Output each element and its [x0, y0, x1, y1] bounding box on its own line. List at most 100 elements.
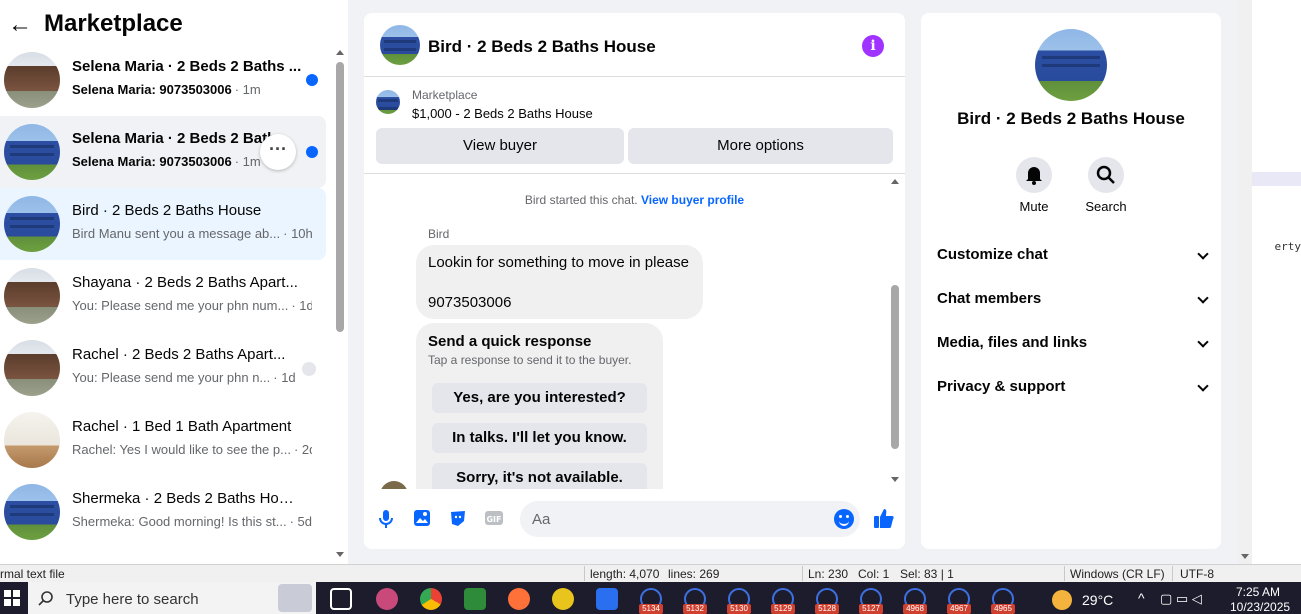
chrome-icon[interactable]	[420, 588, 442, 610]
window-scrollbar[interactable]	[1238, 0, 1252, 566]
app-icon[interactable]	[552, 588, 574, 610]
view-buyer-profile-link[interactable]: View buyer profile	[641, 193, 744, 207]
thumbs-up-icon[interactable]	[872, 507, 896, 531]
length-readout: length: 4,070	[590, 567, 660, 581]
notepad-plus-icon[interactable]	[464, 588, 486, 610]
scroll-thumb[interactable]	[891, 285, 899, 449]
photo-icon[interactable]	[412, 509, 432, 529]
chevron-down-icon	[1197, 248, 1209, 260]
editor-status-bar: rmal text file length: 4,070 lines: 269 …	[0, 564, 1301, 582]
quick-response-subtitle: Tap a response to send it to the buyer.	[428, 353, 632, 367]
thread-scrollbar[interactable]	[890, 175, 900, 489]
unread-dot-icon	[306, 146, 318, 158]
sticker-icon[interactable]	[448, 509, 468, 529]
conversation-snippet: You: Please send me your phn num... · 1d	[72, 298, 312, 313]
conversation-item[interactable]: Selena Maria · 2 Beds 2 Baths ... Selena …	[0, 44, 326, 116]
search-icon	[38, 591, 53, 606]
window-badge: 4967	[947, 604, 971, 614]
quick-response-title: Send a quick response	[428, 333, 592, 350]
message-line: 9073503006	[428, 294, 512, 311]
snippet-time: · 10h	[283, 226, 312, 241]
snippet-time: · 2d	[293, 442, 312, 457]
chat-avatar[interactable]	[380, 25, 420, 65]
line-readout: Ln: 230	[808, 567, 849, 581]
emoji-icon[interactable]	[834, 509, 854, 529]
conversation-item[interactable]: Shermeka · 2 Beds 2 Baths House Shermeka:…	[0, 476, 326, 548]
more-options-icon[interactable]: ···	[260, 134, 296, 170]
sender-avatar	[380, 481, 408, 489]
read-receipt-avatar-icon	[302, 362, 316, 376]
microphone-icon[interactable]	[376, 509, 396, 529]
quick-reply-interested[interactable]: Yes, are you interested?	[432, 383, 647, 413]
marketplace-title: Marketplace	[44, 10, 183, 37]
paint-app-icon[interactable]	[376, 588, 398, 610]
conversation-avatar	[4, 268, 60, 324]
bell-icon	[1026, 167, 1042, 185]
snippet-text: Rachel: Yes I would like to see the p...	[72, 442, 291, 457]
gif-icon[interactable]: GIF	[484, 509, 504, 529]
chat-title[interactable]: Bird · 2 Beds 2 Baths House	[428, 37, 656, 57]
taskbar-search-box[interactable]: Type here to search	[28, 582, 316, 614]
scroll-up-arrow-icon[interactable]	[891, 179, 899, 184]
conversation-item[interactable]: Rachel · 2 Beds 2 Baths Apart... You: Ple…	[0, 332, 326, 404]
mute-button[interactable]	[1016, 157, 1052, 193]
snippet-time: · 5d	[289, 514, 312, 529]
listing-thumbnail[interactable]	[376, 90, 400, 114]
quick-response-card: Send a quick response Tap a response to …	[416, 323, 663, 489]
info-icon[interactable]: i	[862, 35, 884, 57]
mute-label: Mute	[1019, 199, 1049, 214]
view-buyer-button[interactable]: View buyer	[376, 128, 624, 164]
message-bubble: Lookin for something to move in please 9…	[416, 245, 703, 319]
conversation-name: Rachel · 1 Bed 1 Bath Apartment	[72, 418, 292, 435]
window-badge: 5128	[815, 604, 839, 614]
conversation-snippet: Selena Maria: 9073503006 · 1m	[72, 82, 312, 97]
more-options-button[interactable]: More options	[628, 128, 893, 164]
temperature[interactable]: 29°C	[1082, 592, 1113, 608]
conversation-avatar	[4, 340, 60, 396]
tray-chevron-up-icon[interactable]: ^	[1138, 590, 1145, 606]
conversation-name: Rachel · 2 Beds 2 Baths Apart...	[72, 346, 286, 363]
section-label: Chat members	[937, 290, 1042, 307]
customize-chat-section[interactable]: Customize chat	[937, 237, 1209, 273]
scroll-down-arrow-icon[interactable]	[891, 477, 899, 482]
snippet-text: Selena Maria: 9073503006	[72, 82, 232, 97]
scroll-up-arrow-icon[interactable]	[336, 50, 344, 55]
search-button[interactable]	[1088, 157, 1124, 193]
conversation-name: Selena Maria · 2 Beds 2 Baths ...	[72, 58, 302, 75]
clock-time[interactable]: 7:25 AM	[1236, 585, 1280, 599]
windows-start-icon[interactable]	[4, 590, 20, 611]
conversation-avatar	[4, 484, 60, 540]
conversation-scrollbar[interactable]	[336, 50, 344, 560]
selection-readout: Sel: 83 | 1	[900, 567, 954, 581]
quick-reply-not-available[interactable]: Sorry, it's not available.	[432, 463, 647, 489]
back-arrow-icon[interactable]: ←	[8, 12, 34, 38]
message-input[interactable]	[532, 501, 812, 537]
message-thread: Bird started this chat. View buyer profi…	[364, 175, 905, 489]
scroll-down-arrow-icon[interactable]	[1241, 554, 1249, 559]
conversation-item[interactable]: Selena Maria · 2 Beds 2 Bath... Selena Ma…	[0, 116, 326, 188]
quick-reply-in-talks[interactable]: In talks. I'll let you know.	[432, 423, 647, 453]
vpn-shield-icon[interactable]	[596, 588, 618, 610]
conversation-item[interactable]: Rachel · 1 Bed 1 Bath Apartment Rachel: Y…	[0, 404, 326, 476]
snippet-text: Selena Maria: 9073503006	[72, 154, 232, 169]
window-badge: 4968	[903, 604, 927, 614]
scroll-down-arrow-icon[interactable]	[336, 552, 344, 557]
clock-date[interactable]: 10/23/2025	[1230, 600, 1290, 614]
privacy-support-section[interactable]: Privacy & support	[937, 369, 1209, 405]
chat-members-section[interactable]: Chat members	[937, 281, 1209, 317]
chat-started-notice: Bird started this chat. View buyer profi…	[364, 193, 905, 207]
conversation-snippet: Bird Manu sent you a message ab... · 10h	[72, 226, 312, 241]
tray-icons[interactable]: ▢ ▭ ◁	[1160, 591, 1202, 607]
firefox-icon[interactable]	[508, 588, 530, 610]
conversation-item[interactable]: Shayana · 2 Beds 2 Baths Apart... You: Pl…	[0, 260, 326, 332]
windows-taskbar: Type here to search 5134 5132 5130 5129 5128…	[0, 582, 1301, 614]
message-input-box[interactable]	[520, 501, 860, 537]
media-files-links-section[interactable]: Media, files and links	[937, 325, 1209, 361]
snippet-text: Bird Manu sent you a message ab...	[72, 226, 281, 241]
background-highlight-line	[1252, 172, 1301, 186]
task-view-icon[interactable]	[330, 588, 352, 610]
conversation-item[interactable]: Bird · 2 Beds 2 Baths House Bird Manu sen…	[0, 188, 326, 260]
conversation-name: Shermeka · 2 Beds 2 Baths House	[72, 490, 302, 507]
section-label: Media, files and links	[937, 334, 1088, 351]
scroll-thumb[interactable]	[336, 62, 344, 332]
